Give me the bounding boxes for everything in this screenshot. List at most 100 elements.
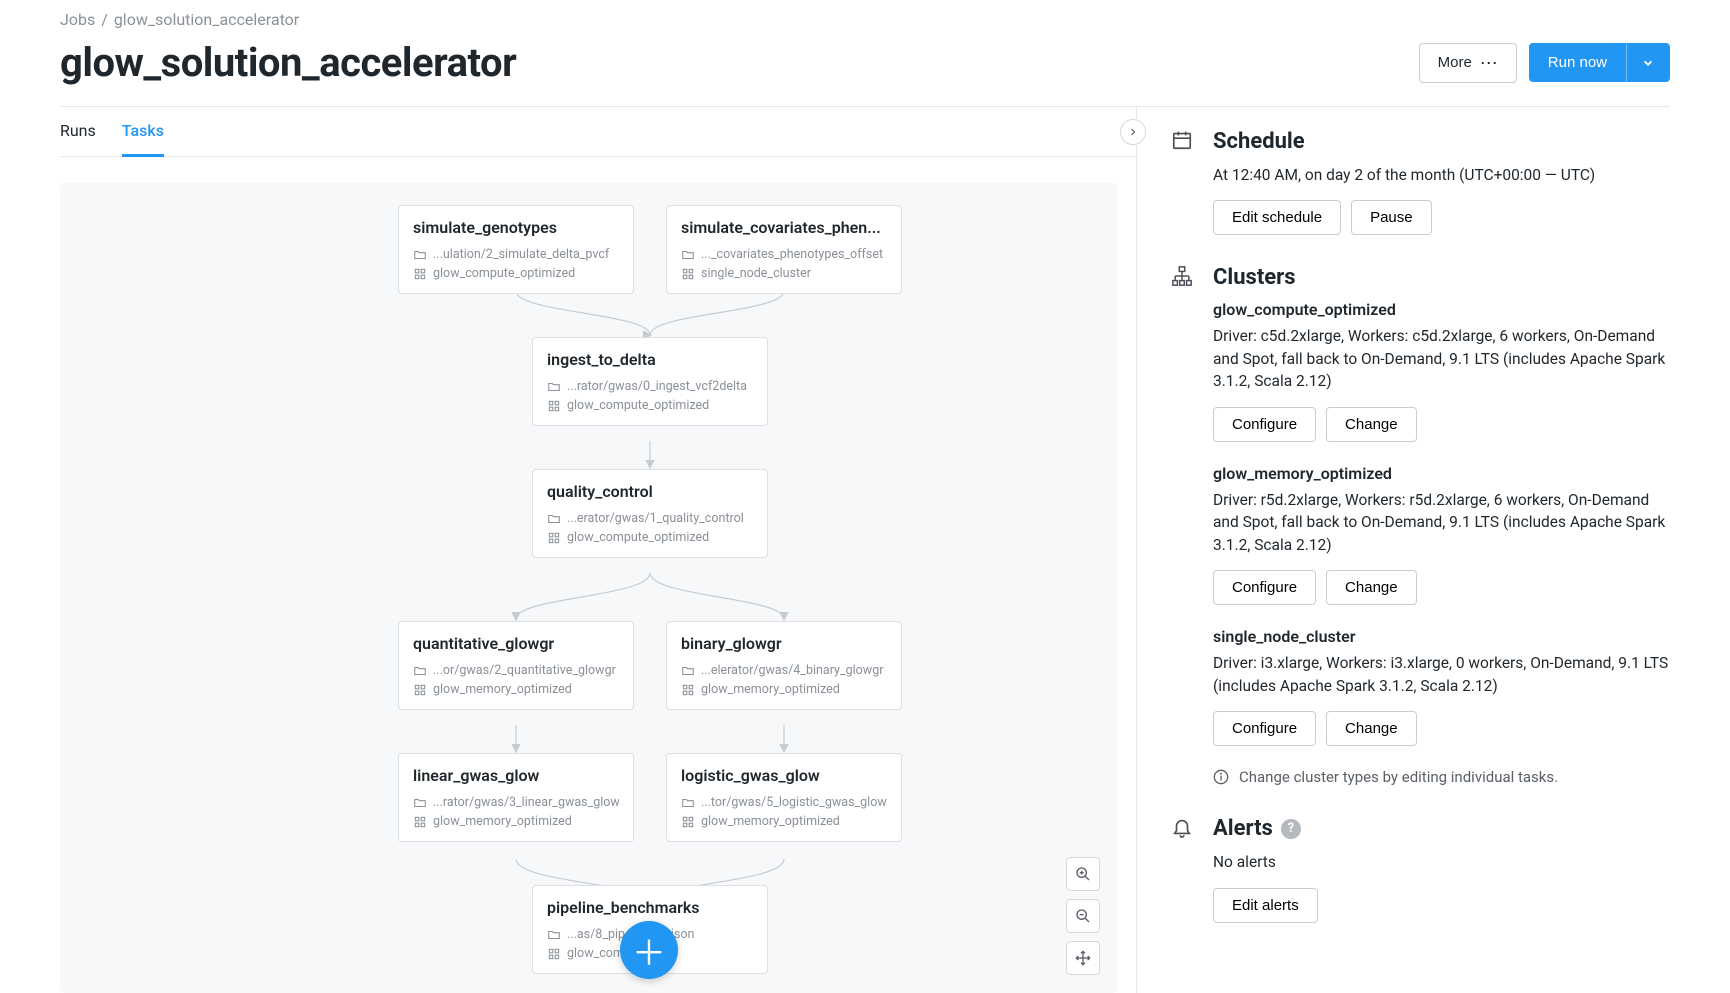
task-cluster: glow_compute_optimized bbox=[433, 266, 575, 281]
folder-icon bbox=[547, 512, 561, 526]
task-name: simulate_genotypes bbox=[413, 218, 619, 237]
ellipsis-icon: ⋯ bbox=[1480, 54, 1498, 72]
task-cluster: glow_compute_optimized bbox=[567, 530, 709, 545]
task-name: logistic_gwas_glow bbox=[681, 766, 887, 785]
task-simulate-genotypes[interactable]: simulate_genotypes ...ulation/2_simulate… bbox=[398, 205, 634, 294]
zoom-in-button[interactable] bbox=[1066, 857, 1100, 891]
cluster-configure-button[interactable]: Configure bbox=[1213, 570, 1316, 605]
chevron-down-icon bbox=[1641, 56, 1655, 70]
task-path: ...or/gwas/2_quantitative_glowgr bbox=[433, 663, 616, 678]
cluster-icon bbox=[681, 815, 695, 829]
schedule-title: Schedule bbox=[1213, 129, 1670, 154]
task-binary-glowgr[interactable]: binary_glowgr ...elerator/gwas/4_binary_… bbox=[666, 621, 902, 710]
tab-runs[interactable]: Runs bbox=[60, 121, 96, 156]
tab-tasks[interactable]: Tasks bbox=[122, 121, 164, 157]
cluster-icon bbox=[547, 399, 561, 413]
tabs: Runs Tasks bbox=[60, 107, 1136, 157]
zoom-out-icon bbox=[1075, 908, 1091, 924]
clusters-title: Clusters bbox=[1213, 265, 1670, 290]
task-quantitative-glowgr[interactable]: quantitative_glowgr ...or/gwas/2_quantit… bbox=[398, 621, 634, 710]
cluster-configure-button[interactable]: Configure bbox=[1213, 711, 1316, 746]
breadcrumb: Jobs / glow_solution_accelerator bbox=[60, 0, 1670, 35]
cluster-desc: Driver: i3.xlarge, Workers: i3.xlarge, 0… bbox=[1213, 652, 1670, 697]
breadcrumb-jobs-link[interactable]: Jobs bbox=[60, 10, 95, 29]
cluster-icon bbox=[547, 947, 561, 961]
cluster-icon bbox=[413, 683, 427, 697]
folder-icon bbox=[681, 796, 695, 810]
task-name: ingest_to_delta bbox=[547, 350, 753, 369]
fit-view-button[interactable] bbox=[1066, 941, 1100, 975]
breadcrumb-separator: / bbox=[101, 10, 108, 29]
alerts-title: Alerts bbox=[1213, 816, 1273, 841]
cluster-icon bbox=[681, 267, 695, 281]
zoom-out-button[interactable] bbox=[1066, 899, 1100, 933]
move-icon bbox=[1075, 950, 1091, 966]
task-cluster: glow_memory_optimized bbox=[433, 814, 572, 829]
cluster-desc: Driver: r5d.2xlarge, Workers: r5d.2xlarg… bbox=[1213, 489, 1670, 556]
task-cluster: glow_memory_optimized bbox=[433, 682, 572, 697]
edit-schedule-button[interactable]: Edit schedule bbox=[1213, 200, 1341, 235]
cluster-configure-button[interactable]: Configure bbox=[1213, 407, 1316, 442]
folder-icon bbox=[681, 664, 695, 678]
task-path: ...elerator/gwas/4_binary_glowgr bbox=[701, 663, 883, 678]
run-now-button[interactable]: Run now bbox=[1529, 43, 1626, 82]
task-simulate-covariates[interactable]: simulate_covariates_phen... ..._covariat… bbox=[666, 205, 902, 294]
cluster-icon bbox=[413, 815, 427, 829]
cluster-change-button[interactable]: Change bbox=[1326, 570, 1417, 605]
task-name: binary_glowgr bbox=[681, 634, 887, 653]
cluster-info-note: Change cluster types by editing individu… bbox=[1213, 768, 1670, 786]
calendar-icon bbox=[1171, 129, 1193, 235]
task-name: quantitative_glowgr bbox=[413, 634, 619, 653]
task-cluster: single_node_cluster bbox=[701, 266, 811, 281]
plus-icon: ＋ bbox=[632, 926, 666, 975]
task-logistic-gwas-glow[interactable]: logistic_gwas_glow ...tor/gwas/5_logisti… bbox=[666, 753, 902, 842]
task-path: ..._covariates_phenotypes_offset bbox=[701, 247, 883, 262]
folder-icon bbox=[413, 796, 427, 810]
edit-alerts-button[interactable]: Edit alerts bbox=[1213, 888, 1318, 923]
folder-icon bbox=[413, 664, 427, 678]
alerts-none: No alerts bbox=[1213, 851, 1670, 873]
more-button[interactable]: More ⋯ bbox=[1419, 43, 1517, 83]
task-path: ...erator/gwas/1_quality_control bbox=[567, 511, 744, 526]
collapse-toggle[interactable] bbox=[1120, 119, 1146, 145]
run-now-dropdown[interactable] bbox=[1626, 43, 1670, 82]
task-path: ...rator/gwas/0_ingest_vcf2delta bbox=[567, 379, 747, 394]
zoom-in-icon bbox=[1075, 866, 1091, 882]
pause-schedule-button[interactable]: Pause bbox=[1351, 200, 1432, 235]
cluster-change-button[interactable]: Change bbox=[1326, 711, 1417, 746]
task-cluster: glow_memory_optimized bbox=[701, 682, 840, 697]
graph-edges bbox=[60, 183, 1118, 993]
task-name: quality_control bbox=[547, 482, 753, 501]
help-icon[interactable]: ? bbox=[1281, 819, 1301, 839]
cluster-icon bbox=[681, 683, 695, 697]
cluster-name: glow_memory_optimized bbox=[1213, 464, 1670, 483]
breadcrumb-current: glow_solution_accelerator bbox=[114, 10, 299, 29]
bell-icon bbox=[1171, 816, 1193, 922]
task-quality-control[interactable]: quality_control ...erator/gwas/1_quality… bbox=[532, 469, 768, 558]
add-task-button[interactable]: ＋ bbox=[620, 921, 678, 979]
info-icon bbox=[1213, 769, 1229, 785]
task-path: ...tor/gwas/5_logistic_gwas_glow bbox=[701, 795, 887, 810]
cluster-icon bbox=[413, 267, 427, 281]
task-cluster: glow_compute_optimized bbox=[567, 398, 709, 413]
folder-icon bbox=[681, 248, 695, 262]
folder-icon bbox=[547, 380, 561, 394]
task-name: simulate_covariates_phen... bbox=[681, 218, 887, 237]
schedule-text: At 12:40 AM, on day 2 of the month (UTC+… bbox=[1213, 164, 1670, 186]
task-name: linear_gwas_glow bbox=[413, 766, 619, 785]
task-ingest-to-delta[interactable]: ingest_to_delta ...rator/gwas/0_ingest_v… bbox=[532, 337, 768, 426]
task-path: ...rator/gwas/3_linear_gwas_glow bbox=[433, 795, 619, 810]
task-cluster: glow_memory_optimized bbox=[701, 814, 840, 829]
task-path: ...ulation/2_simulate_delta_pvcf bbox=[433, 247, 609, 262]
folder-icon bbox=[413, 248, 427, 262]
page-title: glow_solution_accelerator bbox=[60, 39, 516, 86]
task-linear-gwas-glow[interactable]: linear_gwas_glow ...rator/gwas/3_linear_… bbox=[398, 753, 634, 842]
task-graph[interactable]: simulate_genotypes ...ulation/2_simulate… bbox=[60, 183, 1118, 993]
cluster-change-button[interactable]: Change bbox=[1326, 407, 1417, 442]
cluster-name: single_node_cluster bbox=[1213, 627, 1670, 646]
clusters-icon bbox=[1171, 265, 1193, 786]
cluster-desc: Driver: c5d.2xlarge, Workers: c5d.2xlarg… bbox=[1213, 325, 1670, 392]
folder-icon bbox=[547, 928, 561, 942]
chevron-right-icon bbox=[1127, 126, 1139, 138]
task-name: pipeline_benchmarks bbox=[547, 898, 753, 917]
